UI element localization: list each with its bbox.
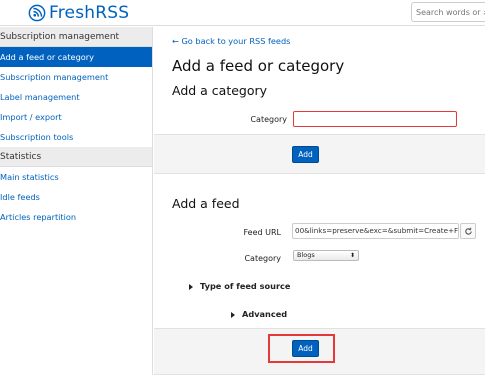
type-of-feed-source-label: Type of feed source (200, 281, 291, 291)
add-feed-heading: Add a feed (172, 196, 240, 211)
sidebar-item-main-statistics[interactable]: Main statistics (0, 167, 152, 187)
sidebar-item-subscription-management[interactable]: Subscription management (0, 67, 152, 87)
sidebar-section-subscription-management: Subscription management (0, 27, 152, 47)
advanced-label: Advanced (242, 309, 288, 319)
sidebar-item-idle-feeds[interactable]: Idle feeds (0, 187, 152, 207)
add-category-button[interactable]: Add (292, 146, 319, 163)
refresh-icon (464, 227, 472, 235)
feed-url-label: Feed URL (243, 228, 282, 237)
category-name-input[interactable] (293, 111, 457, 127)
sidebar-item-subscription-tools[interactable]: Subscription tools (0, 127, 152, 147)
page-title: Add a feed or category (172, 57, 345, 75)
top-header: FreshRSS (0, 0, 485, 26)
search-input[interactable] (411, 2, 485, 22)
category-label: Category (250, 115, 287, 124)
back-to-feeds-link[interactable]: ← Go back to your RSS feeds (172, 36, 290, 46)
rss-logo-icon (28, 4, 46, 22)
sidebar-item-articles-repartition[interactable]: Articles repartition (0, 207, 152, 227)
sidebar-section-statistics: Statistics (0, 147, 152, 167)
sidebar: Subscription management Add a feed or ca… (0, 27, 153, 375)
feed-category-select[interactable]: Blogs ⬍ (293, 250, 359, 261)
expand-triangle-icon (231, 311, 235, 318)
select-arrows-icon: ⬍ (349, 252, 355, 259)
app-logo[interactable]: FreshRSS (28, 2, 129, 24)
add-feed-button[interactable]: Add (292, 340, 319, 357)
sidebar-item-import-export[interactable]: Import / export (0, 107, 152, 127)
expand-triangle-icon (189, 283, 193, 290)
main-content: ← Go back to your RSS feeds Add a feed o… (154, 27, 485, 375)
feed-url-check-button[interactable] (460, 223, 476, 239)
add-category-heading: Add a category (172, 83, 268, 98)
feed-category-label: Category (244, 254, 281, 263)
type-of-feed-source-toggle[interactable]: Type of feed source (189, 281, 290, 291)
category-form-actions (154, 134, 485, 174)
sidebar-item-label-management[interactable]: Label management (0, 87, 152, 107)
feed-url-input[interactable]: 00&links=preserve&exc=&submit=Create+Fee… (292, 223, 459, 239)
feed-category-selected: Blogs (297, 251, 315, 259)
advanced-toggle[interactable]: Advanced (231, 309, 287, 319)
sidebar-item-add-feed[interactable]: Add a feed or category (0, 47, 152, 67)
app-name: FreshRSS (49, 3, 130, 23)
